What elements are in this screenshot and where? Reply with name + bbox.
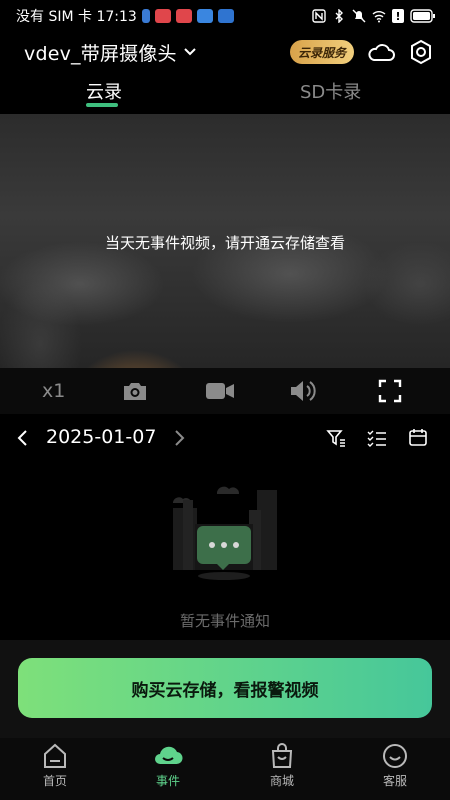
tab-cloud-record[interactable]: 云录 bbox=[86, 78, 122, 104]
buy-cloud-storage-button[interactable]: 购买云存储，看报警视频 bbox=[18, 658, 432, 718]
app-notification-icon bbox=[154, 9, 171, 23]
calendar-icon[interactable] bbox=[408, 427, 428, 447]
nav-item-home[interactable]: 首页 bbox=[15, 742, 95, 789]
bottom-navigation: 首页 事件 商城 客服 bbox=[0, 738, 450, 800]
battery-icon bbox=[410, 9, 435, 23]
cloud-icon bbox=[155, 746, 183, 765]
wifi-icon bbox=[372, 11, 386, 23]
fullscreen-icon[interactable] bbox=[378, 379, 402, 403]
nav-label: 客服 bbox=[382, 774, 407, 788]
device-title[interactable]: vdev_带屏摄像头 bbox=[24, 39, 177, 66]
app-notification-icon bbox=[196, 9, 213, 23]
nav-item-shop[interactable]: 商城 bbox=[242, 742, 322, 789]
home-icon bbox=[44, 743, 66, 768]
alert-badge-icon: ! bbox=[392, 9, 404, 23]
bluetooth-icon bbox=[335, 9, 343, 23]
chevron-down-icon[interactable] bbox=[183, 45, 197, 59]
tab-sd-record[interactable]: SD卡录 bbox=[300, 78, 361, 104]
volume-icon[interactable] bbox=[289, 379, 319, 403]
nav-label: 首页 bbox=[42, 774, 67, 788]
buy-bar: 购买云存储，看报警视频 bbox=[0, 640, 450, 738]
empty-message-illustration bbox=[173, 486, 277, 580]
nav-label: 商城 bbox=[269, 774, 294, 788]
filter-icon[interactable] bbox=[326, 428, 346, 448]
camera-snapshot-icon[interactable] bbox=[122, 380, 148, 402]
empty-state-text: 暂无事件通知 bbox=[179, 612, 270, 630]
app-notification-icon bbox=[175, 9, 192, 23]
video-player[interactable]: 当天无事件视频，请开通云存储查看 bbox=[0, 114, 450, 368]
settings-icon[interactable] bbox=[408, 39, 434, 65]
current-date[interactable]: 2025-01-07 bbox=[46, 426, 156, 448]
cloud-service-button[interactable]: 云录服务 bbox=[289, 40, 354, 64]
tab-active-indicator bbox=[86, 103, 118, 107]
chevron-right-icon[interactable] bbox=[172, 429, 186, 447]
app-notification-icon bbox=[217, 9, 234, 23]
status-text: 没有 SIM 卡 17:13 bbox=[16, 9, 137, 25]
nav-item-support[interactable]: 客服 bbox=[355, 742, 435, 789]
cloud-icon[interactable] bbox=[366, 40, 396, 64]
date-navigator: 2025-01-07 bbox=[0, 420, 450, 456]
mute-bell-icon bbox=[352, 9, 366, 23]
record-tabs: 云录 SD卡录 bbox=[0, 72, 450, 112]
video-record-icon[interactable] bbox=[205, 381, 235, 401]
playback-speed-button[interactable]: x1 bbox=[42, 380, 65, 402]
nav-item-events[interactable]: 事件 bbox=[128, 742, 208, 789]
video-message: 当天无事件视频，请开通云存储查看 bbox=[104, 234, 345, 252]
player-controls: x1 bbox=[0, 368, 450, 414]
header: vdev_带屏摄像头 云录服务 bbox=[0, 34, 450, 70]
shopping-bag-icon bbox=[271, 743, 293, 768]
nav-label: 事件 bbox=[155, 774, 180, 788]
chevron-left-icon[interactable] bbox=[16, 429, 30, 447]
status-bar: 没有 SIM 卡 17:13 ! bbox=[0, 0, 450, 32]
checklist-icon[interactable] bbox=[367, 428, 387, 448]
nfc-icon bbox=[312, 9, 326, 23]
smile-face-icon bbox=[383, 744, 407, 768]
battery-saver-icon bbox=[141, 9, 150, 23]
